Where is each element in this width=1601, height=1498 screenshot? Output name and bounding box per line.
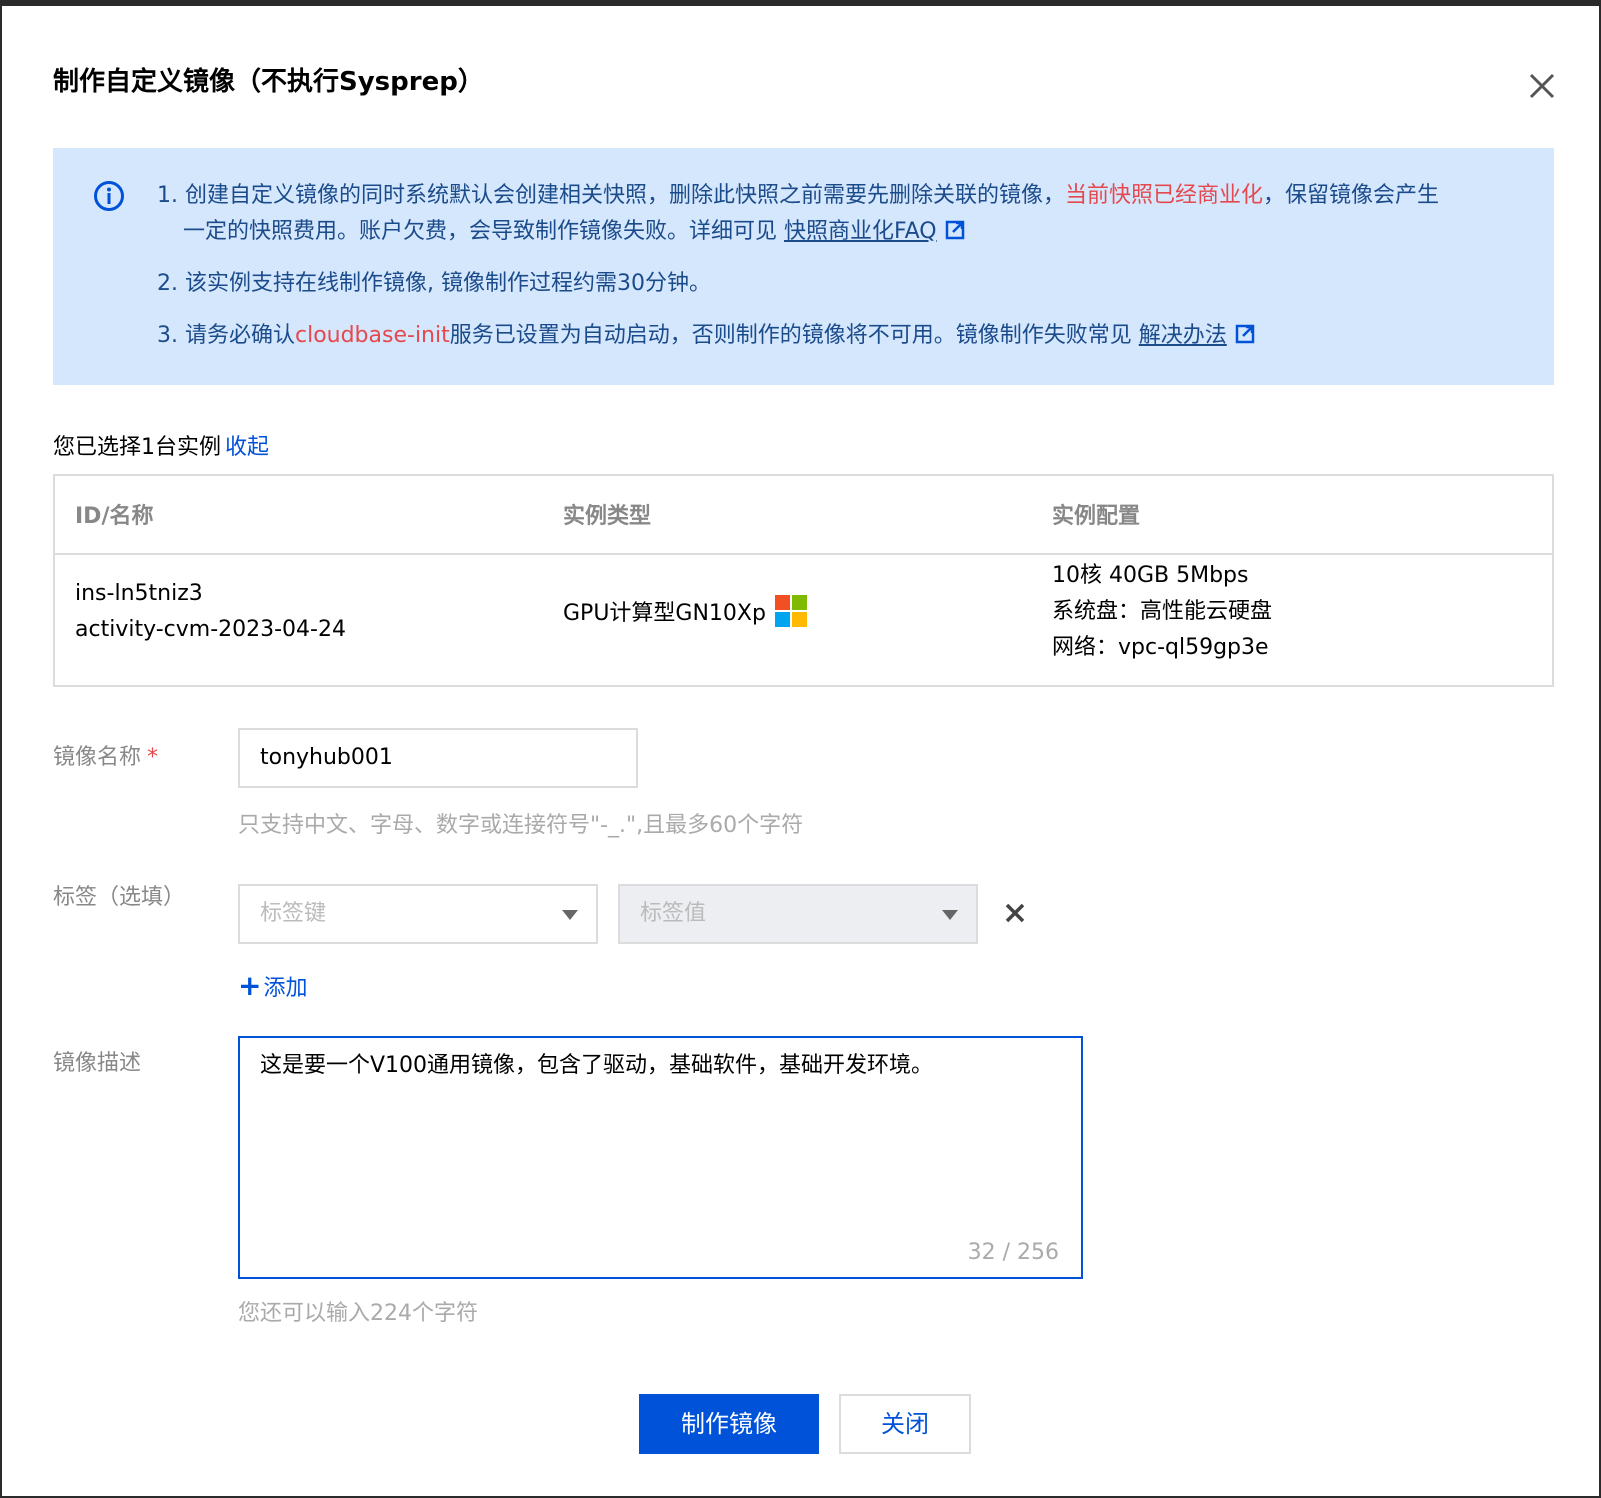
selected-count-text: 您已选择1台实例 (53, 435, 221, 460)
tag-label: 标签（选填） (53, 885, 186, 910)
instance-table: ID/名称 实例类型 实例配置 ins-ln5tniz3 activity-cv… (53, 474, 1554, 687)
chevron-down-icon (942, 910, 958, 920)
external-link-icon[interactable] (1235, 324, 1255, 344)
notice-item-1: 1. 创建自定义镜像的同时系统默认会创建相关快照，删除此快照之前需要先删除关联的… (157, 183, 1440, 244)
windows-icon (774, 595, 807, 627)
header-instance-type: 实例类型 (563, 504, 652, 529)
tag-value-select[interactable]: 标签值 (618, 884, 978, 944)
desc-remaining-hint: 您还可以输入224个字符 (238, 1301, 478, 1326)
header-id-name: ID/名称 (75, 504, 154, 529)
instance-name: activity-cvm-2023-04-24 (75, 617, 346, 642)
cloudbase-init-highlight: cloudbase-init (294, 323, 450, 348)
create-image-button[interactable]: 制作镜像 (639, 1394, 819, 1454)
add-tag-button[interactable]: +添加 (238, 968, 307, 1007)
notice-item-3: 3. 请务必确认cloudbase-init服务已设置为自动启动，否则制作的镜像… (157, 318, 1457, 354)
table-header: ID/名称 实例类型 实例配置 (55, 476, 1552, 555)
collapse-link[interactable]: 收起 (225, 435, 269, 460)
image-desc-textarea[interactable]: 这是要一个V100通用镜像，包含了驱动，基础软件，基础开发环境。 32 / 25… (238, 1036, 1083, 1279)
required-mark: * (147, 745, 159, 770)
image-name-input[interactable]: tonyhub001 (238, 728, 638, 788)
image-desc-label: 镜像描述 (53, 1051, 142, 1076)
dialog-title: 制作自定义镜像（不执行Sysprep） (53, 67, 484, 97)
selected-instances-line: 您已选择1台实例 收起 (53, 430, 269, 466)
create-image-dialog: 制作自定义镜像（不执行Sysprep） 1. 创建自定义镜像的同时系统默认会创建… (2, 6, 1599, 1496)
config-spec: 10核 40GB 5Mbps (1052, 563, 1249, 588)
close-icon[interactable] (1527, 71, 1557, 101)
external-link-icon[interactable] (945, 220, 965, 240)
notice-list: 1. 创建自定义镜像的同时系统默认会创建相关快照，删除此快照之前需要先删除关联的… (157, 178, 1457, 370)
image-name-hint: 只支持中文、字母、数字或连接符号"-_.",且最多60个字符 (238, 813, 804, 838)
config-network: 网络：vpc-ql59gp3e (1052, 635, 1269, 660)
char-counter: 32 / 256 (967, 1240, 1059, 1265)
instance-type: GPU计算型GN10Xp (563, 594, 808, 632)
plus-icon: + (238, 969, 262, 1002)
solution-link[interactable]: 解决办法 (1139, 323, 1227, 348)
chevron-down-icon (562, 910, 578, 920)
notice-item-2: 2. 该实例支持在线制作镜像, 镜像制作过程约需30分钟。 (157, 271, 711, 296)
snapshot-faq-link[interactable]: 快照商业化FAQ (784, 219, 937, 244)
notice-highlight: 当前快照已经商业化 (1065, 183, 1264, 208)
image-name-label: 镜像名称 * (53, 745, 159, 770)
config-disk: 系统盘：高性能云硬盘 (1052, 599, 1273, 624)
notice-panel: 1. 创建自定义镜像的同时系统默认会创建相关快照，删除此快照之前需要先删除关联的… (53, 148, 1554, 385)
tag-key-select[interactable]: 标签键 (238, 884, 598, 944)
remove-tag-icon[interactable] (1002, 900, 1028, 926)
instance-id: ins-ln5tniz3 (75, 581, 203, 606)
info-icon (94, 181, 124, 211)
close-button[interactable]: 关闭 (839, 1394, 971, 1454)
header-instance-config: 实例配置 (1052, 504, 1141, 529)
